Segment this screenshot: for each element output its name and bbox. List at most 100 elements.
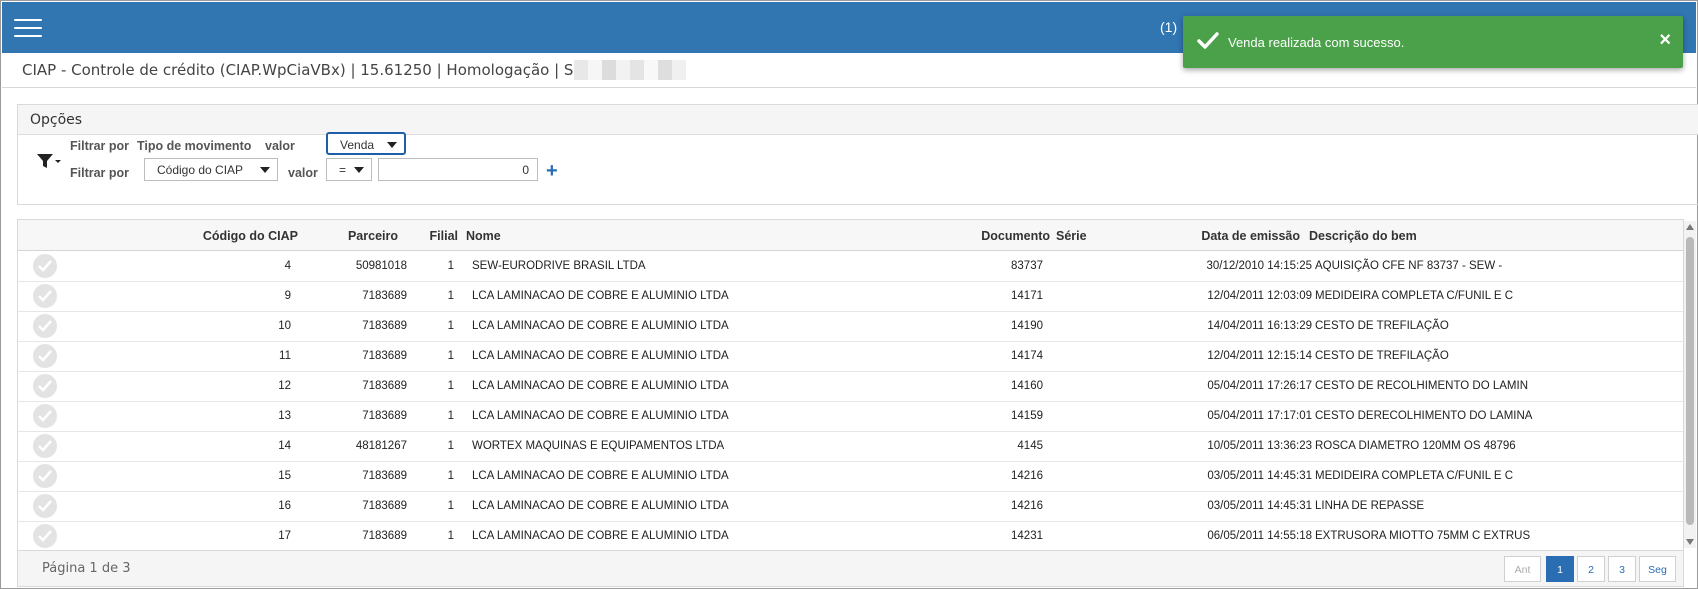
row-check-icon[interactable] (33, 434, 57, 458)
operator-value: = (339, 163, 347, 177)
options-heading: Opções (30, 112, 83, 128)
cell-nome: WORTEX MAQUINAS E EQUIPAMENTOS LTDA (472, 440, 725, 452)
page-info: Página 1 de 3 (42, 561, 131, 576)
pager-prev-button[interactable]: Ant (1504, 556, 1541, 582)
col-header-serie[interactable]: Série (1056, 229, 1087, 243)
row-check-icon[interactable] (33, 344, 57, 368)
table-row[interactable]: 10 7183689 1 LCA LAMINACAO DE COBRE E ALUMI… (18, 311, 1683, 342)
cell-codigo: 11 (279, 350, 291, 362)
cell-descricao: LINHA DE REPASSE (1315, 500, 1425, 512)
divider (2, 87, 1696, 88)
row-check-icon[interactable] (33, 464, 57, 488)
table-row[interactable]: 12 7183689 1 LCA LAMINACAO DE COBRE E ALUMI… (18, 371, 1683, 402)
cell-codigo: 15 (278, 470, 291, 482)
col-header-nome[interactable]: Nome (466, 229, 501, 243)
filter2-valor-label: valor (288, 166, 318, 180)
cell-filial: 1 (447, 530, 454, 542)
cell-documento: 14190 (1011, 320, 1043, 332)
pager-page-2[interactable]: 2 (1577, 556, 1605, 582)
cell-parceiro: 48181267 (355, 440, 407, 452)
row-check-icon[interactable] (33, 254, 57, 278)
cell-filial: 1 (447, 500, 454, 512)
cell-documento: 14216 (1011, 470, 1043, 482)
row-check-icon[interactable] (33, 404, 57, 428)
cell-descricao: CESTO DE TREFILAÇÃO (1315, 350, 1449, 362)
table-row[interactable]: 4 50981018 1 SEW-EURODRIVE BRASIL LTDA 83737… (18, 251, 1683, 282)
cell-documento: 14159 (1011, 410, 1043, 422)
toast-message: Venda realizada com sucesso. (1228, 35, 1405, 50)
col-header-documento[interactable]: Documento (898, 229, 1050, 243)
cell-codigo: 4 (284, 260, 291, 272)
cell-filial: 1 (447, 290, 454, 302)
redacted-block (574, 60, 686, 80)
options-header[interactable]: Opções (18, 105, 1698, 135)
cell-codigo: 12 (278, 380, 291, 392)
movement-type-value: Venda (340, 138, 375, 152)
row-check-icon[interactable] (33, 284, 57, 308)
notification-count[interactable]: (1) (1160, 19, 1177, 35)
col-header-codigo[interactable]: Código do CIAP (138, 229, 298, 243)
row-check-icon[interactable] (33, 314, 57, 338)
options-panel: Opções Filtrar por Tipo de movimento val… (17, 104, 1698, 205)
cell-parceiro: 7183689 (362, 320, 407, 332)
cell-descricao: CESTO DE TREFILAÇÃO (1315, 320, 1449, 332)
plus-icon[interactable]: + (546, 161, 558, 181)
operator-select[interactable]: = (326, 158, 372, 181)
cell-filial: 1 (447, 440, 454, 452)
filter2-label: Filtrar por (70, 166, 130, 180)
table-row[interactable]: 14 48181267 1 WORTEX MAQUINAS E EQUIPAMENTO… (18, 431, 1683, 462)
table-header: Código do CIAP Parceiro Filial Nome Docu… (18, 220, 1683, 251)
table-row[interactable]: 16 7183689 1 LCA LAMINACAO DE COBRE E ALUMI… (18, 491, 1683, 522)
cell-descricao: MEDIDEIRA COMPLETA C/FUNIL E C (1315, 290, 1514, 302)
scroll-up-icon[interactable] (1686, 224, 1694, 230)
cell-data: 06/05/2011 14:55:18 (1207, 530, 1312, 542)
table-row[interactable]: 17 7183689 1 LCA LAMINACAO DE COBRE E ALUMI… (18, 521, 1683, 552)
success-toast: Venda realizada com sucesso. × (1183, 16, 1683, 68)
row-check-icon[interactable] (33, 494, 57, 518)
scroll-thumb[interactable] (1686, 237, 1694, 525)
cell-filial: 1 (447, 380, 454, 392)
col-header-descricao[interactable]: Descrição do bem (1309, 229, 1417, 243)
filter-funnel-icon[interactable] (36, 151, 62, 171)
cell-parceiro: 7183689 (362, 380, 407, 392)
data-table: Código do CIAP Parceiro Filial Nome Docu… (17, 219, 1684, 552)
row-check-icon[interactable] (33, 374, 57, 398)
col-header-filial[interactable]: Filial (418, 229, 458, 243)
close-icon[interactable]: × (1659, 29, 1671, 51)
pager-page-3[interactable]: 3 (1608, 556, 1636, 582)
cell-nome: LCA LAMINACAO DE COBRE E ALUMINIO LTDA (472, 500, 729, 512)
cell-codigo: 16 (278, 500, 291, 512)
pager-page-1[interactable]: 1 (1546, 556, 1574, 582)
col-header-parceiro[interactable]: Parceiro (318, 229, 398, 243)
filter-field-value: Código do CIAP (157, 163, 244, 177)
scroll-down-icon[interactable] (1686, 539, 1694, 545)
table-scrollbar[interactable] (1684, 221, 1696, 548)
filter-value-input[interactable]: 0 (378, 158, 538, 181)
cell-codigo: 17 (278, 530, 291, 542)
cell-data: 30/12/2010 14:15:25 (1206, 260, 1312, 272)
cell-data: 14/04/2011 16:13:29 (1207, 320, 1312, 332)
chevron-down-icon (387, 142, 397, 148)
cell-documento: 14174 (1011, 350, 1043, 362)
filter1-label: Filtrar por (70, 139, 130, 153)
table-row[interactable]: 15 7183689 1 LCA LAMINACAO DE COBRE E ALUMI… (18, 461, 1683, 492)
cell-parceiro: 7183689 (362, 500, 407, 512)
filter-field-select[interactable]: Código do CIAP (144, 158, 278, 181)
hamburger-menu-icon[interactable] (14, 19, 42, 37)
cell-descricao: CESTO DE RECOLHIMENTO DO LAMIN (1315, 380, 1528, 392)
row-check-icon[interactable] (33, 524, 57, 548)
table-row[interactable]: 13 7183689 1 LCA LAMINACAO DE COBRE E ALUMI… (18, 401, 1683, 432)
check-icon (1197, 32, 1219, 49)
cell-descricao: MEDIDEIRA COMPLETA C/FUNIL E C (1315, 470, 1514, 482)
cell-documento: 14160 (1011, 380, 1043, 392)
cell-filial: 1 (447, 260, 454, 272)
table-row[interactable]: 11 7183689 1 LCA LAMINACAO DE COBRE E ALUMI… (18, 341, 1683, 372)
table-row[interactable]: 9 7183689 1 LCA LAMINACAO DE COBRE E ALUMIN… (18, 281, 1683, 312)
pager-next-button[interactable]: Seg (1639, 556, 1676, 582)
cell-data: 12/04/2011 12:15:14 (1207, 350, 1312, 362)
cell-descricao: ROSCA DIAMETRO 120MM OS 48796 (1315, 440, 1516, 452)
movement-type-select[interactable]: Venda (326, 132, 406, 155)
cell-data: 03/05/2011 14:45:31 (1207, 470, 1312, 482)
cell-descricao: AQUISIÇÃO CFE NF 83737 - SEW - (1315, 260, 1503, 272)
col-header-data[interactable]: Data de emissão (1118, 229, 1300, 243)
